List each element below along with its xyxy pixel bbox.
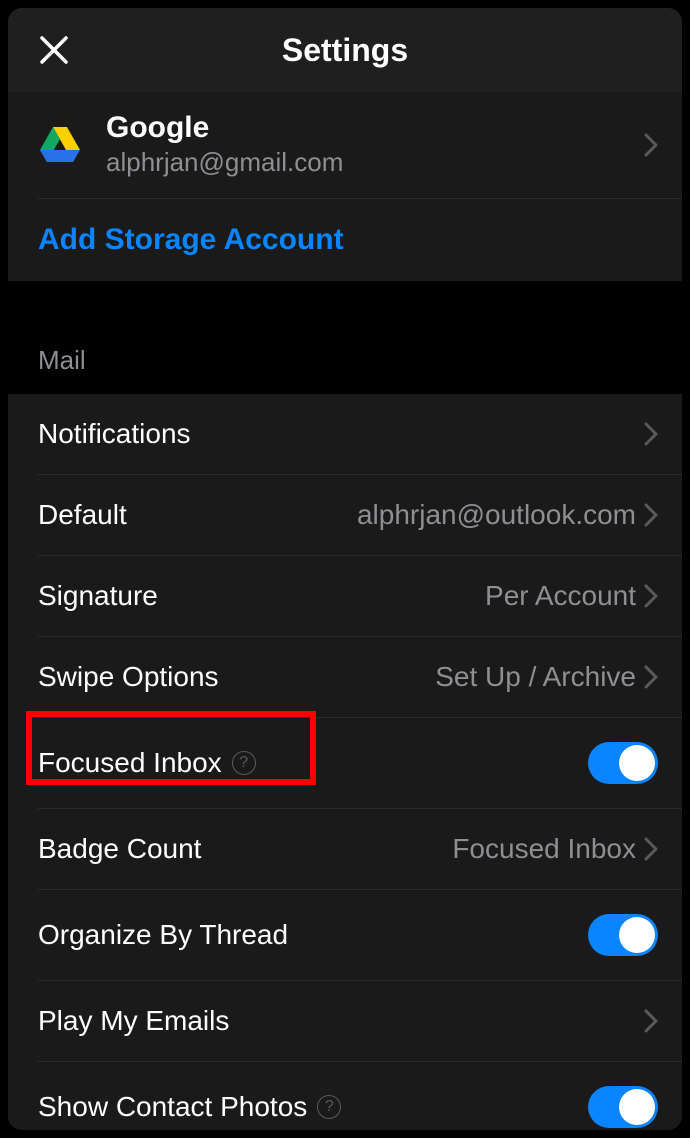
row-badge-count[interactable]: Badge Count Focused Inbox <box>8 809 682 889</box>
row-organize-by-thread: Organize By Thread <box>8 890 682 980</box>
row-focused-inbox: Focused Inbox ? <box>8 718 682 808</box>
row-default[interactable]: Default alphrjan@outlook.com <box>8 475 682 555</box>
toggle-knob <box>619 917 655 953</box>
row-swipe-options[interactable]: Swipe Options Set Up / Archive <box>8 637 682 717</box>
label-show-contact-photos: Show Contact Photos ? <box>38 1091 588 1123</box>
chevron-right-icon <box>644 503 658 527</box>
label-play-my-emails: Play My Emails <box>38 1005 644 1037</box>
chevron-right-icon <box>644 133 658 157</box>
google-drive-icon <box>38 123 82 167</box>
page-title: Settings <box>8 32 682 69</box>
section-header-mail: Mail <box>8 331 682 394</box>
label-organize-by-thread: Organize By Thread <box>38 919 588 951</box>
chevron-right-icon <box>644 422 658 446</box>
label-signature: Signature <box>38 580 485 612</box>
row-notifications[interactable]: Notifications <box>8 394 682 474</box>
value-default: alphrjan@outlook.com <box>357 499 644 531</box>
account-provider-label: Google <box>106 110 644 146</box>
close-button[interactable] <box>32 28 76 72</box>
label-swipe: Swipe Options <box>38 661 435 693</box>
help-icon[interactable]: ? <box>232 751 256 775</box>
account-text: Google alphrjan@gmail.com <box>82 110 644 180</box>
add-storage-account-link[interactable]: Add Storage Account <box>8 199 682 281</box>
chevron-right-icon <box>644 837 658 861</box>
chevron-right-icon <box>644 584 658 608</box>
chevron-right-icon <box>644 1009 658 1033</box>
value-signature: Per Account <box>485 580 644 612</box>
label-show-contact-photos-text: Show Contact Photos <box>38 1091 307 1123</box>
label-default: Default <box>38 499 357 531</box>
close-icon <box>39 35 69 65</box>
value-swipe: Set Up / Archive <box>435 661 644 693</box>
label-focused-inbox-text: Focused Inbox <box>38 747 222 779</box>
row-show-contact-photos: Show Contact Photos ? <box>8 1062 682 1130</box>
header-bar: Settings <box>8 8 682 92</box>
toggle-knob <box>619 1089 655 1125</box>
section-gap <box>8 281 682 331</box>
help-icon[interactable]: ? <box>317 1095 341 1119</box>
chevron-right-icon <box>644 665 658 689</box>
account-row-google[interactable]: Google alphrjan@gmail.com <box>8 92 682 198</box>
toggle-organize-by-thread[interactable] <box>588 914 658 956</box>
value-badge-count: Focused Inbox <box>452 833 644 865</box>
row-play-my-emails[interactable]: Play My Emails <box>8 981 682 1061</box>
account-email-label: alphrjan@gmail.com <box>106 146 644 180</box>
toggle-knob <box>619 745 655 781</box>
row-signature[interactable]: Signature Per Account <box>8 556 682 636</box>
label-focused-inbox: Focused Inbox ? <box>38 747 588 779</box>
label-notifications: Notifications <box>38 418 644 450</box>
toggle-show-contact-photos[interactable] <box>588 1086 658 1128</box>
label-badge-count: Badge Count <box>38 833 452 865</box>
toggle-focused-inbox[interactable] <box>588 742 658 784</box>
